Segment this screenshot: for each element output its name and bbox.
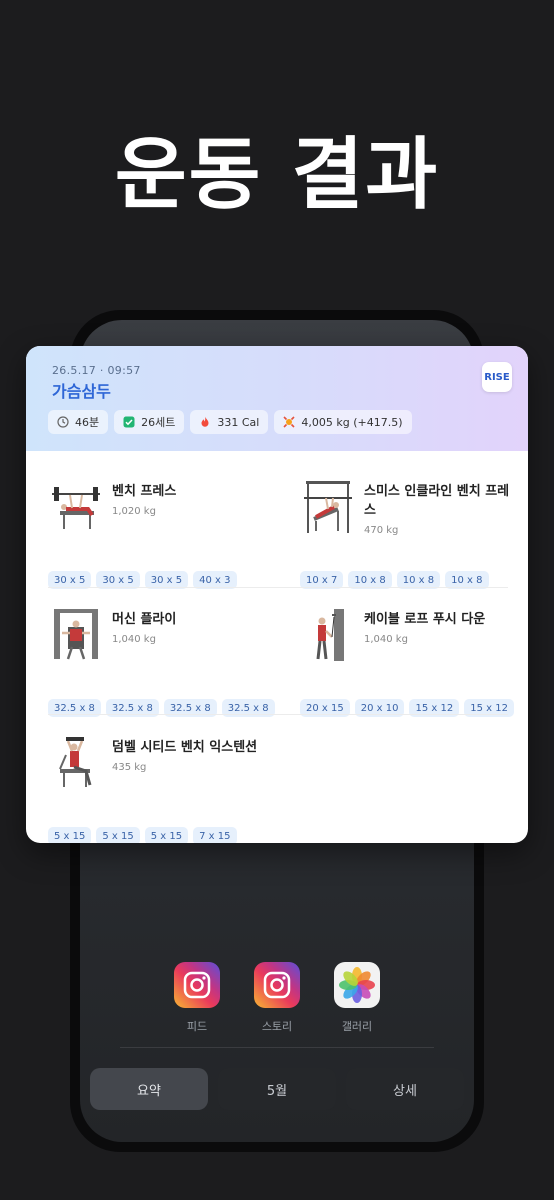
workout-stats: 46분 26세트 331 Cal 4,005 kg (+417.5) — [48, 410, 412, 434]
exercise-name: 덤벨 시티드 벤치 익스텐션 435 kg — [112, 738, 262, 777]
smith-machine-figure-icon — [304, 481, 352, 533]
exercise-list: 벤치 프레스 1,020 kg 30 x 5 30 x 5 30 x 5 40 x… — [26, 451, 528, 843]
tab-month[interactable]: 5월 — [218, 1068, 336, 1110]
bottom-tab-bar: 요약 5월 상세 — [90, 1068, 464, 1110]
instagram-icon — [254, 962, 300, 1008]
stat-duration-text: 46분 — [75, 416, 100, 429]
burst-icon — [283, 416, 295, 428]
bench-press-figure-icon — [52, 487, 100, 529]
set-chip: 5 x 15 — [48, 827, 92, 843]
instagram-icon — [174, 962, 220, 1008]
page-headline: 운동 결과 — [114, 130, 440, 220]
exercise-name-text: 덤벨 시티드 벤치 익스텐션 — [112, 740, 258, 755]
exercise-name-text: 벤치 프레스 — [112, 484, 177, 499]
exercise-name: 스미스 인클라인 벤치 프레스 470 kg — [364, 482, 514, 540]
machine-fly-figure-icon — [54, 609, 98, 660]
photos-icon — [334, 962, 380, 1008]
share-story-label: 스토리 — [261, 1020, 293, 1033]
stat-duration: 46분 — [48, 410, 109, 434]
stat-calories-text: 331 Cal — [217, 415, 260, 429]
share-gallery-button[interactable]: 갤러리 — [334, 962, 380, 1034]
exercise-name: 벤치 프레스 1,020 kg — [112, 482, 262, 521]
stat-calories: 331 Cal — [190, 410, 269, 434]
share-story-button[interactable]: 스토리 — [254, 962, 300, 1034]
exercise-weight: 435 kg — [112, 762, 147, 773]
tab-detail[interactable]: 상세 — [346, 1068, 464, 1110]
stat-sets: 26세트 — [114, 410, 185, 434]
set-chip: 5 x 15 — [96, 827, 140, 843]
share-feed-label: 피드 — [186, 1020, 208, 1033]
row-divider — [48, 714, 508, 715]
seated-extension-figure-icon — [59, 737, 92, 787]
exercise-weight: 1,040 kg — [364, 634, 408, 645]
tab-summary[interactable]: 요약 — [90, 1068, 208, 1110]
exercise-name: 머신 플라이 1,040 kg — [112, 610, 262, 649]
check-icon — [123, 416, 135, 428]
card-header: 26.5.17 · 09:57 가슴삼두 RISE 46분 26세트 331 C… — [26, 346, 528, 451]
exercise-item: 머신 플라이 1,040 kg 32.5 x 8 32.5 x 8 32.5 x … — [48, 607, 280, 735]
exercise-name-text: 스미스 인클라인 벤치 프레스 — [364, 484, 510, 518]
row-divider — [48, 587, 508, 588]
clock-icon — [57, 416, 69, 428]
exercise-item: 덤벨 시티드 벤치 익스텐션 435 kg 5 x 15 5 x 15 5 x 1… — [48, 735, 280, 843]
exercise-weight: 1,020 kg — [112, 506, 156, 517]
stat-volume-text: 4,005 kg (+417.5) — [301, 415, 403, 429]
section-divider — [120, 1047, 434, 1048]
stat-sets-text: 26세트 — [141, 416, 176, 429]
set-chip: 7 x 15 — [193, 827, 237, 843]
share-feed-button[interactable]: 피드 — [174, 962, 220, 1034]
exercise-item: 케이블 로프 푸시 다운 1,040 kg 20 x 15 20 x 10 15 … — [300, 607, 528, 735]
flame-icon — [201, 416, 209, 427]
stat-volume: 4,005 kg (+417.5) — [274, 410, 412, 434]
exercise-name: 케이블 로프 푸시 다운 1,040 kg — [364, 610, 514, 649]
cable-pushdown-figure-icon — [316, 609, 344, 661]
rise-logo-badge: RISE — [482, 362, 512, 392]
exercise-weight: 1,040 kg — [112, 634, 156, 645]
workout-date: 26.5.17 · 09:57 — [52, 364, 141, 377]
set-chip: 5 x 15 — [144, 827, 189, 843]
exercise-weight: 470 kg — [364, 525, 399, 536]
exercise-name-text: 케이블 로프 푸시 다운 — [364, 612, 486, 627]
share-gallery-label: 갤러리 — [341, 1020, 373, 1033]
workout-result-card: 26.5.17 · 09:57 가슴삼두 RISE 46분 26세트 331 C… — [26, 346, 528, 843]
exercise-name-text: 머신 플라이 — [112, 612, 177, 627]
set-chips: 5 x 15 5 x 15 5 x 15 7 x 15 — [48, 827, 237, 843]
workout-title: 가슴삼두 — [52, 382, 111, 401]
